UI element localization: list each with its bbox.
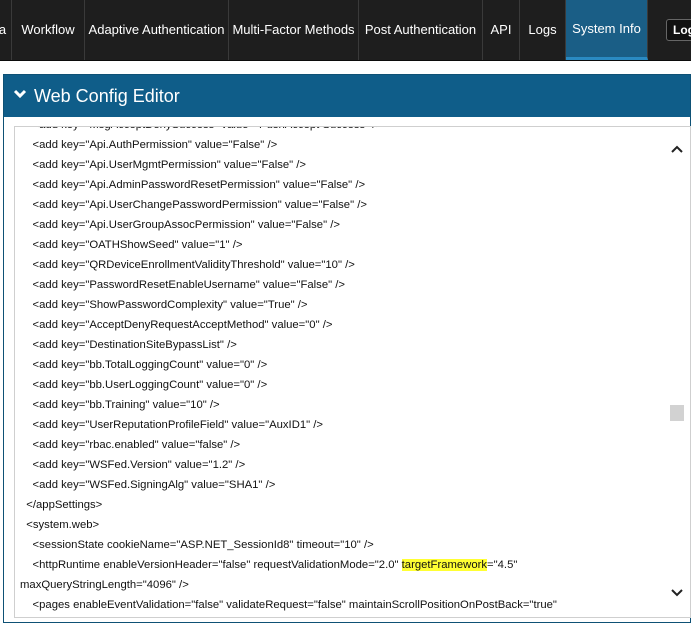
code-line[interactable]: </appSettings> <box>20 495 663 515</box>
nav-tab-workflow[interactable]: Workflow <box>12 0 85 60</box>
top-navigation-bar: a Workflow Adaptive Authentication Multi… <box>0 0 691 61</box>
config-text-editor[interactable]: <add key="MsgAcceptDenySuccess" value="P… <box>14 126 691 618</box>
code-line[interactable]: <system.web> <box>20 515 663 535</box>
code-line[interactable]: <add key="QRDeviceEnrollmentValidityThre… <box>20 255 663 275</box>
code-line[interactable]: <add key="MsgAcceptDenySuccess" value="P… <box>20 127 663 135</box>
scroll-up-button[interactable] <box>670 144 684 154</box>
nav-tab-logs[interactable]: Logs <box>520 0 566 60</box>
code-line[interactable]: <add key="ShowPasswordComplexity" value=… <box>20 295 663 315</box>
nav-tab-partial[interactable]: a <box>0 0 12 60</box>
code-line[interactable]: <add key="WSFed.Version" value="1.2" /> <box>20 455 663 475</box>
nav-tab-post-authentication[interactable]: Post Authentication <box>359 0 483 60</box>
chevron-down-icon[interactable] <box>670 588 684 598</box>
code-text: ="4.5" <box>487 559 518 571</box>
code-line[interactable]: <add key="Api.UserMgmtPermission" value=… <box>20 155 663 175</box>
code-line[interactable]: <sessionState cookieName="ASP.NET_Sessio… <box>20 535 663 555</box>
code-line[interactable]: <add key="OATHShowSeed" value="1" /> <box>20 235 663 255</box>
code-line[interactable]: <add key="Api.AdminPasswordResetPermissi… <box>20 175 663 195</box>
code-line[interactable]: <add key="PasswordResetEnableUsername" v… <box>20 275 663 295</box>
code-content[interactable]: <add key="MsgAcceptDenySuccess" value="P… <box>15 127 663 615</box>
chevron-up-icon[interactable] <box>670 144 684 154</box>
code-line[interactable]: <add key="AcceptDenyRequestAcceptMethod"… <box>20 315 663 335</box>
nav-tab-api[interactable]: API <box>483 0 520 60</box>
code-line[interactable]: <add key="bb.TotalLoggingCount" value="0… <box>20 355 663 375</box>
code-line[interactable]: <add key="DestinationSiteBypassList" /> <box>20 335 663 355</box>
code-line-http-runtime[interactable]: <httpRuntime enableVersionHeader="false"… <box>20 555 663 575</box>
nav-tab-system-info[interactable]: System Info <box>566 0 648 60</box>
code-line[interactable]: <add key="UserReputationProfileField" va… <box>20 415 663 435</box>
code-line[interactable]: <add key="Api.UserGroupAssocPermission" … <box>20 215 663 235</box>
nav-tab-adaptive-authentication[interactable]: Adaptive Authentication <box>85 0 229 60</box>
search-highlight: targetFramework <box>401 559 488 571</box>
panel-title[interactable]: Web Config Editor <box>34 75 180 117</box>
chevron-down-icon[interactable] <box>13 87 27 101</box>
code-line[interactable]: <add key="Api.AuthPermission" value="Fal… <box>20 135 663 155</box>
code-text: <httpRuntime enableVersionHeader="false"… <box>20 559 402 571</box>
nav-tab-multi-factor-methods[interactable]: Multi-Factor Methods <box>229 0 359 60</box>
code-line[interactable]: <add key="bb.UserLoggingCount" value="0"… <box>20 375 663 395</box>
code-line[interactable]: <add key="Api.UserChangePasswordPermissi… <box>20 195 663 215</box>
spacer <box>0 61 691 75</box>
code-line-wrapped[interactable]: maxQueryStringLength="4096" /> <box>20 575 663 595</box>
web-config-editor-panel: Web Config Editor <add key="MsgAcceptDen… <box>3 74 691 623</box>
vertical-scrollbar[interactable] <box>663 127 690 617</box>
code-line[interactable]: <add key="bb.Training" value="10" /> <box>20 395 663 415</box>
code-line[interactable]: <pages enableEventValidation="false" val… <box>20 595 663 615</box>
code-line[interactable]: <add key="WSFed.SigningAlg" value="SHA1"… <box>20 475 663 495</box>
logout-button[interactable]: Logout <box>666 19 691 41</box>
scrollbar-thumb[interactable] <box>670 405 684 421</box>
code-line[interactable]: <add key="rbac.enabled" value="false" /> <box>20 435 663 455</box>
scroll-down-button[interactable] <box>670 588 684 598</box>
panel-header[interactable]: Web Config Editor <box>4 75 690 117</box>
